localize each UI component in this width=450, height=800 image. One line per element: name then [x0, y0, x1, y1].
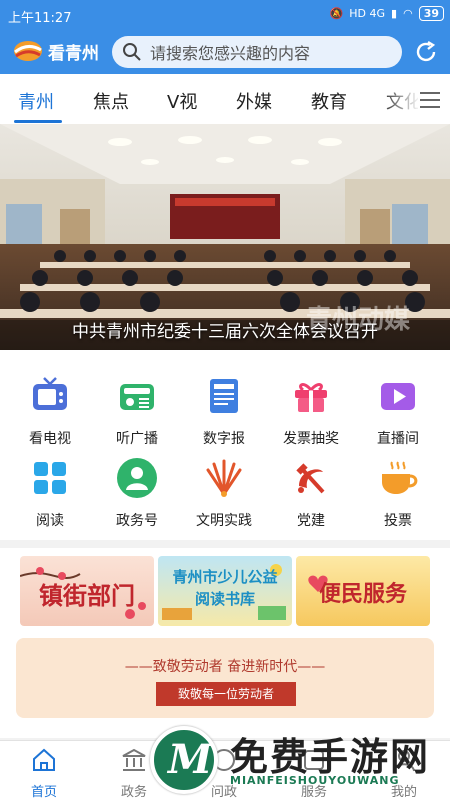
- refresh-icon[interactable]: [414, 40, 438, 64]
- civilization-fan-icon: [206, 459, 242, 497]
- promo-section: 镇街部门 青州市少儿公益阅读书库 便民服务 ——致敬劳动者 奋进新时代—— 致敬…: [0, 548, 450, 738]
- status-time: 上午11:27: [8, 11, 72, 26]
- coffee-cup-icon: [382, 461, 418, 494]
- tab-education[interactable]: 教育: [311, 88, 347, 114]
- party-emblem-icon: [296, 463, 325, 494]
- watermark-title: 免费手游网: [230, 734, 431, 779]
- active-tab-indicator: [14, 120, 62, 123]
- newspaper-icon: [210, 379, 238, 413]
- grid-item-digital-paper[interactable]: 数字报: [184, 374, 264, 448]
- grid-item-invoice-lottery[interactable]: 发票抽奖: [271, 374, 351, 448]
- app-logo[interactable]: 看青州: [12, 38, 99, 64]
- grid-label: 政务号: [116, 513, 158, 529]
- labor-banner-button[interactable]: 致敬每一位劳动者: [156, 682, 296, 706]
- logo-icon: [14, 41, 42, 61]
- grid-label: 看电视: [29, 431, 71, 447]
- search-placeholder: 请搜索您感兴趣的内容: [150, 44, 311, 63]
- status-icons: 🔕 HD 4G ▮ ◠ 39: [330, 6, 444, 21]
- banner-caption: 中共青州市纪委十三届六次全体会议召开: [72, 322, 378, 342]
- mute-icon: 🔕: [329, 7, 344, 20]
- grid-item-live-room[interactable]: 直播间: [358, 374, 438, 448]
- grid-label: 投票: [384, 513, 412, 529]
- menu-icon[interactable]: [418, 90, 442, 110]
- news-banner[interactable]: 青州动媒 中共青州市纪委十三届六次全体会议召开: [0, 124, 450, 350]
- tab-focus[interactable]: 焦点: [93, 88, 129, 114]
- grid-item-party-building[interactable]: 党建: [271, 456, 351, 530]
- reading-grid-icon: [34, 462, 66, 494]
- card-title: 青州市少儿公益阅读书库: [172, 568, 278, 608]
- grid-label: 听广播: [116, 431, 158, 447]
- grid-label: 阅读: [36, 513, 64, 529]
- grid-label: 党建: [297, 513, 325, 529]
- status-bar: 上午11:27 🔕 HD 4G ▮ ◠ 39: [0, 0, 450, 30]
- grid-item-radio[interactable]: 听广播: [97, 374, 177, 448]
- search-icon: [123, 43, 141, 61]
- government-building-icon: [122, 748, 146, 771]
- card-town-departments[interactable]: 镇街部门: [20, 556, 154, 626]
- card-convenience-services[interactable]: 便民服务: [296, 556, 430, 626]
- search-input[interactable]: 请搜索您感兴趣的内容: [112, 36, 402, 68]
- app-name: 看青州: [48, 43, 99, 64]
- app-header: 看青州 请搜索您感兴趣的内容: [0, 30, 450, 74]
- grid-item-gov-account[interactable]: 政务号: [97, 456, 177, 530]
- card-children-library[interactable]: 青州市少儿公益阅读书库: [158, 556, 292, 626]
- network-type: HD 4G: [349, 7, 386, 20]
- tv-icon: [33, 377, 67, 410]
- site-watermark: M 免费手游网 MIANFEISHOUYOUWANG: [150, 722, 450, 800]
- grid-label: 直播间: [377, 431, 419, 447]
- tab-foreign-media[interactable]: 外媒: [236, 88, 272, 114]
- grid-item-tv[interactable]: 看电视: [10, 374, 90, 448]
- card-title: 镇街部门: [39, 581, 135, 610]
- home-icon: [33, 748, 55, 771]
- category-tabs: 青州 焦点 V视 外媒 教育 文化: [0, 74, 450, 124]
- labor-banner-title: ——致敬劳动者 奋进新时代——: [124, 659, 326, 675]
- nav-label: 首页: [30, 785, 57, 800]
- grid-label: 发票抽奖: [283, 431, 339, 447]
- grid-label: 数字报: [203, 431, 245, 447]
- card-title: 便民服务: [318, 581, 407, 607]
- grid-item-vote[interactable]: 投票: [358, 456, 438, 530]
- function-grid: 看电视 听广播 数字报 发票抽奖 直播间 阅读 政务号 文明实践 党建 投票: [0, 350, 450, 540]
- tab-video[interactable]: V视: [167, 88, 197, 114]
- watermark-logo: M: [150, 726, 218, 794]
- tabs-fade: [380, 74, 420, 124]
- radio-icon: [120, 384, 154, 410]
- wifi-icon: ◠: [403, 7, 413, 20]
- watermark-subtitle: MIANFEISHOUYOUWANG: [230, 774, 400, 787]
- labor-day-banner[interactable]: ——致敬劳动者 奋进新时代—— 致敬每一位劳动者: [16, 638, 434, 718]
- gift-icon: [295, 383, 327, 412]
- grid-item-civilization[interactable]: 文明实践: [184, 456, 264, 530]
- nav-home[interactable]: 首页: [14, 747, 74, 800]
- watermark-m-glyph: M: [168, 736, 213, 783]
- tab-qingzhou[interactable]: 青州: [18, 88, 54, 114]
- grid-item-reading[interactable]: 阅读: [10, 456, 90, 530]
- grid-label: 文明实践: [196, 513, 252, 529]
- battery-level: 39: [418, 6, 444, 21]
- live-video-icon: [381, 383, 415, 410]
- signal-icon: ▮: [391, 7, 398, 20]
- government-account-icon: [117, 458, 157, 498]
